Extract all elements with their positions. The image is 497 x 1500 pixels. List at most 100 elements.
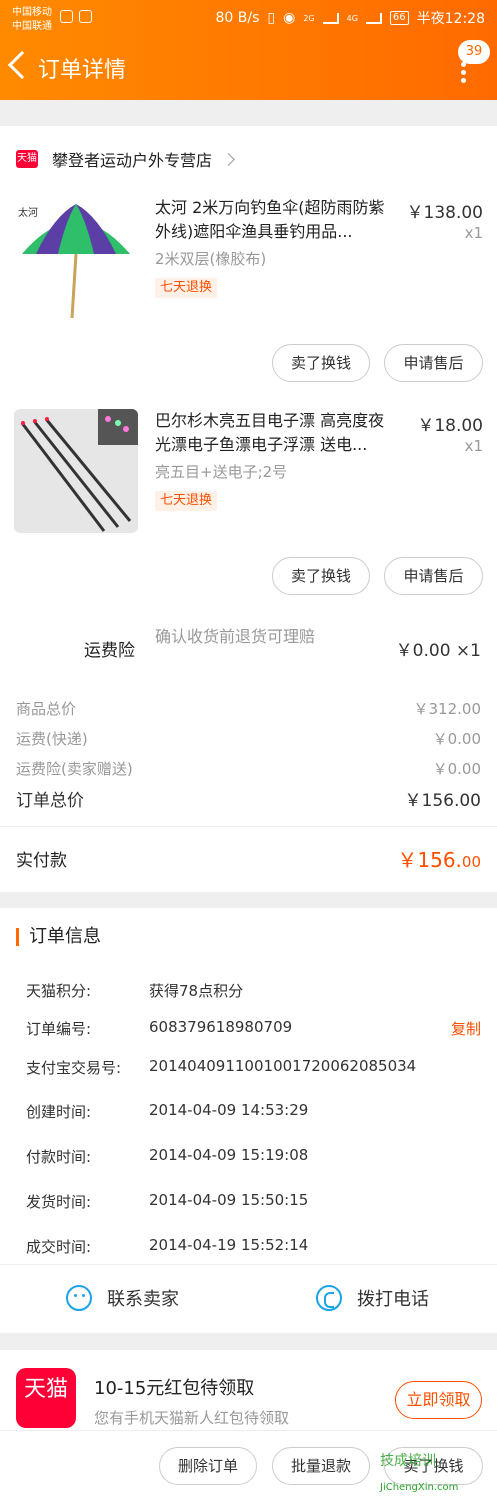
back-icon[interactable] xyxy=(7,50,37,80)
item-spec: 2米双层(橡胶布) xyxy=(155,250,267,268)
paid-amount: ￥156. xyxy=(397,848,462,872)
item-qty: x1 xyxy=(464,224,483,242)
goods-total-value: ￥312.00 xyxy=(413,700,482,718)
info-row-points: 天猫积分: 获得78点积分 xyxy=(26,980,481,1001)
item-title[interactable]: 巴尔杉木亮五目电子漂 高亮度夜光漂电子鱼漂电子浮漂 送电... xyxy=(155,409,395,457)
info-value: 2014-04-09 14:53:29 xyxy=(149,1101,309,1119)
info-row-shipped: 发货时间: 2014-04-09 15:50:15 xyxy=(26,1191,481,1212)
product-image-float[interactable] xyxy=(14,409,138,533)
item-qty: x1 xyxy=(464,437,483,455)
order-total-value: ￥156.00 xyxy=(404,791,481,811)
info-value: 2014040911001001720062085034 xyxy=(149,1057,417,1075)
headset-icon xyxy=(79,10,92,23)
batch-refund-button[interactable]: 批量退款 xyxy=(272,1447,370,1485)
call-label: 拨打电话 xyxy=(357,1289,429,1310)
contact-bar: 联系卖家 拨打电话 xyxy=(0,1264,497,1332)
divider xyxy=(0,826,497,827)
shop-row[interactable]: 天猫 攀登者运动户外专营店 xyxy=(16,147,235,171)
paid-label: 实付款 xyxy=(16,851,67,871)
chat-icon xyxy=(66,1285,92,1311)
seven-day-return-badge: 七天退换 xyxy=(155,278,218,298)
status-right: 80 B/s ▯ ◉ 2G 4G 66 半夜12:28 xyxy=(215,8,485,28)
shipping-label: 运费(快递) xyxy=(16,730,88,748)
paid-value: ￥156.00 xyxy=(397,844,481,873)
info-value: 608379618980709 xyxy=(149,1018,293,1036)
order-info-card: 订单信息 天猫积分: 获得78点积分 订单编号: 608379618980709… xyxy=(0,908,497,1333)
info-value: 2014-04-09 15:50:15 xyxy=(149,1191,309,1209)
carrier-1: 中国移动 xyxy=(12,7,52,18)
after-sale-button[interactable]: 申请售后 xyxy=(384,344,483,382)
watermark: 技成培训 xyxy=(380,1453,436,1469)
status-bar: 中国移动 中国联通 80 B/s ▯ ◉ 2G 4G 66 半夜12:28 xyxy=(0,0,497,34)
item-price: ￥138.00 xyxy=(406,203,483,223)
info-label: 订单编号: xyxy=(26,1020,92,1038)
seven-day-return-badge: 七天退换 xyxy=(155,491,218,511)
phone-icon xyxy=(316,1285,342,1311)
carrier-2: 中国联通 xyxy=(12,21,52,32)
info-label: 成交时间: xyxy=(26,1238,92,1256)
order-total-label: 订单总价 xyxy=(16,791,84,811)
shipping-value: ￥0.00 xyxy=(432,730,481,748)
call-button[interactable]: 拨打电话 xyxy=(316,1285,429,1311)
delete-order-button[interactable]: 删除订单 xyxy=(159,1447,257,1485)
item-price: ￥18.00 xyxy=(417,416,483,436)
network-2g: 2G xyxy=(303,13,315,23)
after-sale-button[interactable]: 申请售后 xyxy=(384,557,483,595)
insurance-fee-value: ￥0.00 xyxy=(432,760,481,778)
claim-now-button[interactable]: 立即领取 xyxy=(395,1381,482,1419)
info-value: 2014-04-09 15:19:08 xyxy=(149,1146,309,1164)
item-spec: 亮五目+送电子;2号 xyxy=(155,463,288,481)
info-label: 天猫积分: xyxy=(26,982,92,1000)
header: 中国移动 中国联通 80 B/s ▯ ◉ 2G 4G 66 半夜12:28 订单… xyxy=(0,0,497,100)
product-image-umbrella[interactable]: 太河 xyxy=(14,196,138,320)
shipping-insurance-price: ￥0.00 ×1 xyxy=(395,641,481,661)
info-row-created: 创建时间: 2014-04-09 14:53:29 xyxy=(26,1101,481,1122)
info-row-order-number: 订单编号: 608379618980709 复制 xyxy=(26,1018,481,1039)
shipping-insurance-label: 运费险 xyxy=(84,641,135,661)
more-icon[interactable] xyxy=(461,62,467,84)
net-speed: 80 B/s xyxy=(215,10,260,26)
info-value: 2014-04-19 15:52:14 xyxy=(149,1236,309,1254)
order-total-row: 订单总价 ￥156.00 xyxy=(16,786,481,811)
info-row-completed: 成交时间: 2014-04-19 15:52:14 xyxy=(26,1236,481,1257)
promo-title: 10-15元红包待领取 xyxy=(94,1378,255,1399)
copy-button[interactable]: 复制 xyxy=(451,1018,481,1039)
info-row-alipay: 支付宝交易号: 2014040911001001720062085034 xyxy=(26,1057,481,1078)
insurance-row: 运费险(卖家赠送) ￥0.00 xyxy=(16,758,481,779)
sell-for-cash-button[interactable]: 卖了换钱 xyxy=(272,344,370,382)
shop-name[interactable]: 攀登者运动户外专营店 xyxy=(52,147,212,171)
shipping-row: 运费(快递) ￥0.00 xyxy=(16,728,481,749)
goods-total-row: 商品总价 ￥312.00 xyxy=(16,698,481,719)
info-label: 创建时间: xyxy=(26,1103,92,1121)
shipping-insurance-desc: 确认收货前退货可理赔 xyxy=(155,627,316,646)
notification-icons xyxy=(60,10,92,23)
signal-icon xyxy=(322,12,339,24)
message-count-badge[interactable]: 39 xyxy=(458,40,490,64)
order-items-card: 天猫 攀登者运动户外专营店 太河 太河 2米万向钓鱼伞(超防雨防紫外线)遮阳伞渔… xyxy=(0,126,497,892)
signal-icon-2 xyxy=(365,12,382,24)
battery-icon: 66 xyxy=(389,11,409,25)
clock: 半夜12:28 xyxy=(416,11,485,27)
info-label: 发货时间: xyxy=(26,1193,92,1211)
network-4g: 4G xyxy=(346,13,358,23)
promo-subtitle: 您有手机天猫新人红包待领取 xyxy=(94,1409,290,1427)
order-info-title: 订单信息 xyxy=(16,928,101,946)
paid-amount-decimal: 00 xyxy=(461,853,481,871)
tmall-app-icon: 天猫 xyxy=(16,1368,76,1428)
watermark-url: JiChengXin.com xyxy=(380,1482,459,1493)
sell-for-cash-button[interactable]: 卖了换钱 xyxy=(272,557,370,595)
info-label: 支付宝交易号: xyxy=(26,1059,122,1077)
app-icon xyxy=(60,10,73,23)
insurance-fee-label: 运费险(卖家赠送) xyxy=(16,760,133,778)
contact-seller-button[interactable]: 联系卖家 xyxy=(66,1285,179,1311)
contact-seller-label: 联系卖家 xyxy=(107,1289,179,1310)
goods-total-label: 商品总价 xyxy=(16,700,77,718)
tmall-icon: 天猫 xyxy=(16,150,38,168)
page-title: 订单详情 xyxy=(38,58,127,83)
svg-text:太河: 太河 xyxy=(18,206,38,219)
chevron-right-icon xyxy=(222,152,235,166)
item-title[interactable]: 太河 2米万向钓鱼伞(超防雨防紫外线)遮阳伞渔具垂钓用品... xyxy=(155,196,395,244)
vibrate-icon: ▯ xyxy=(267,10,276,26)
info-row-paid: 付款时间: 2014-04-09 15:19:08 xyxy=(26,1146,481,1167)
info-value: 获得78点积分 xyxy=(149,982,244,1000)
